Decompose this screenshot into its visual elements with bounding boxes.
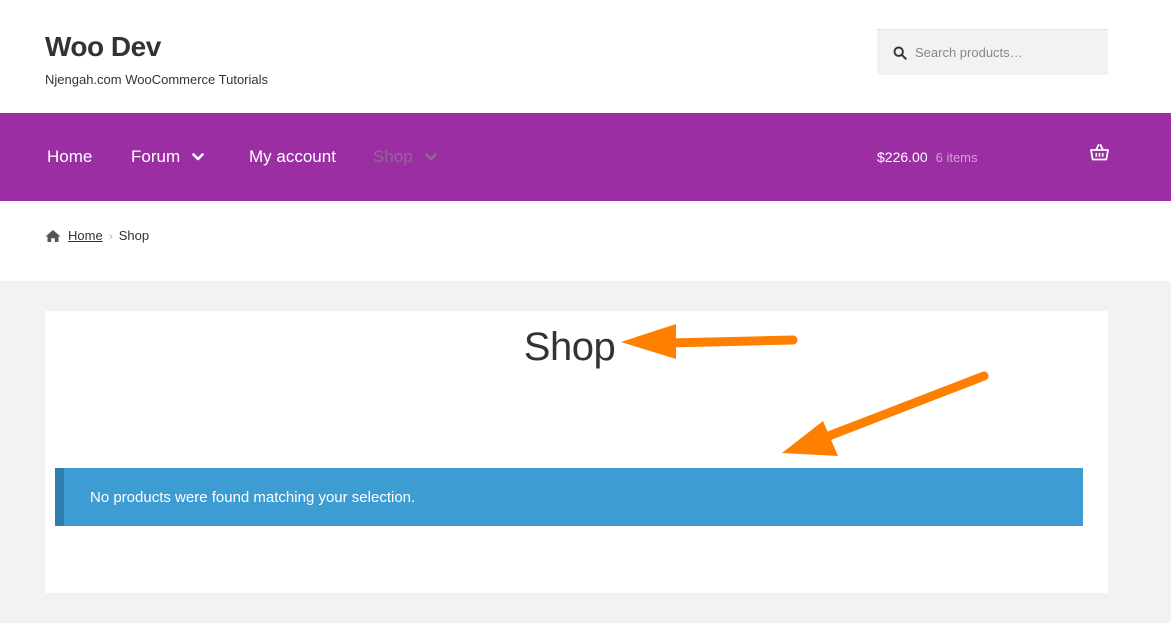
breadcrumb-current: Shop: [118, 228, 150, 243]
nav-item-label: Shop: [373, 147, 413, 166]
search-icon: [893, 46, 907, 60]
site-title[interactable]: Woo Dev: [45, 31, 161, 63]
notice-text: No products were found matching your sel…: [90, 488, 416, 506]
chevron-down-icon[interactable]: [424, 151, 437, 163]
cart-count: 6 items: [935, 149, 978, 165]
nav-item-forum[interactable]: Forum: [131, 113, 204, 201]
cart-amount: $226.00: [877, 149, 928, 165]
nav-item-label: Home: [47, 147, 93, 166]
site-tagline: Njengah.com WooCommerce Tutorials: [45, 72, 269, 87]
info-notice: No products were found matching your sel…: [55, 468, 1083, 526]
basket-icon[interactable]: [1090, 144, 1109, 161]
breadcrumb-home-link[interactable]: Home: [68, 228, 103, 243]
main-content: Shop No products were found matching you…: [45, 311, 1108, 593]
primary-nav: Home Forum My account Shop $226.00 6 ite…: [0, 113, 1171, 201]
breadcrumb-separator: ›: [108, 228, 113, 243]
nav-item-home[interactable]: Home: [47, 113, 92, 201]
nav-item-label: Forum: [131, 147, 181, 166]
nav-item-my-account[interactable]: My account: [249, 113, 336, 201]
chevron-down-icon[interactable]: [192, 151, 204, 163]
search-input[interactable]: [915, 45, 1095, 60]
home-icon: [45, 229, 61, 242]
nav-item-label: My account: [249, 147, 336, 166]
search-box[interactable]: [877, 29, 1108, 75]
cart-summary[interactable]: $226.00 6 items: [877, 113, 978, 201]
site-header: Woo Dev Njengah.com WooCommerce Tutorial…: [0, 0, 1171, 113]
breadcrumb: Home › Shop: [45, 228, 149, 243]
nav-item-shop[interactable]: Shop: [373, 113, 437, 201]
page-title: Shop: [523, 325, 616, 369]
